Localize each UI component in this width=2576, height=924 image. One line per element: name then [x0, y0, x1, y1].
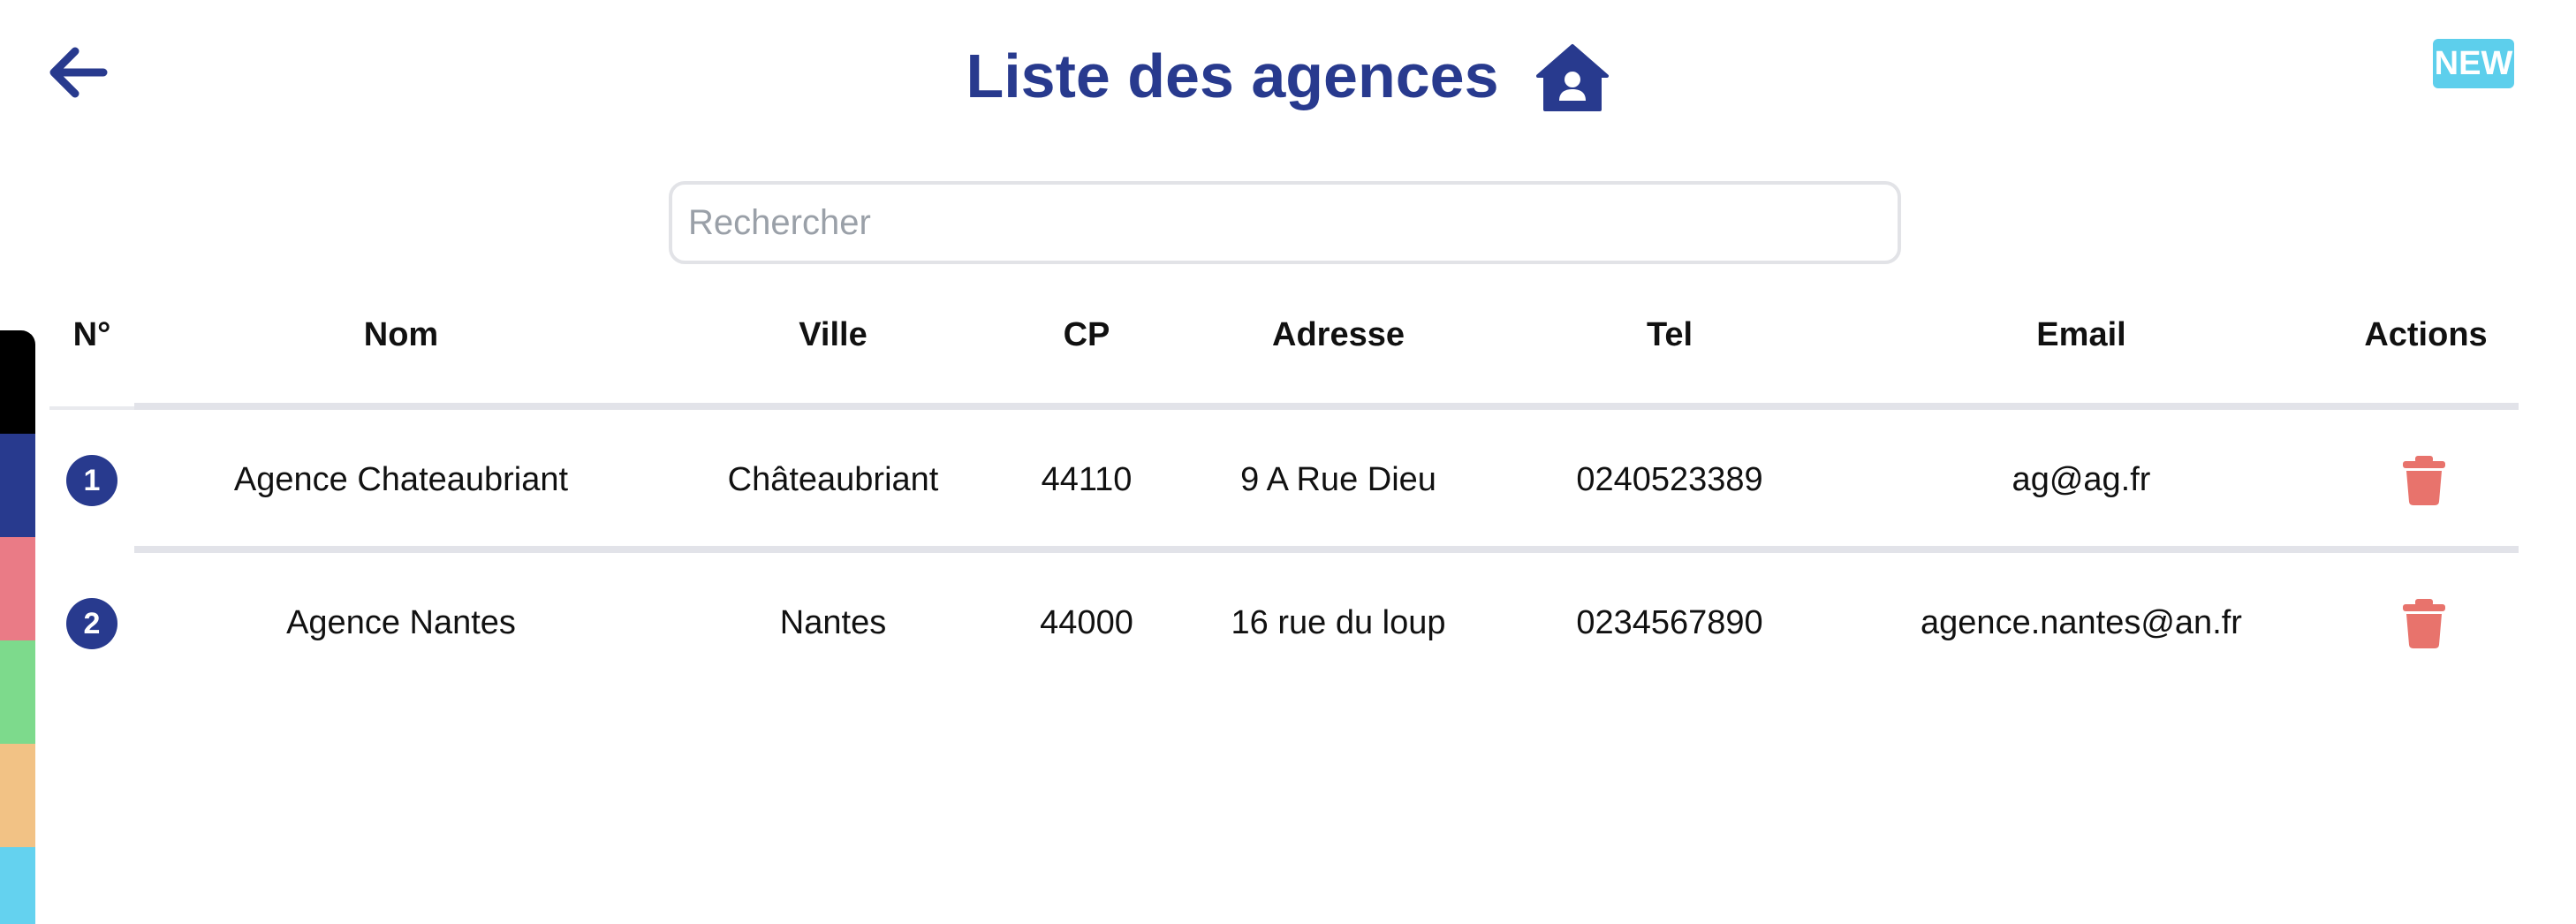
header: Liste des agences — [0, 34, 2576, 118]
column-header-number[interactable]: N° — [73, 316, 111, 354]
trash-icon[interactable] — [2403, 456, 2445, 505]
cell-email: agence.nantes@an.fr — [1921, 604, 2242, 641]
cell-ville: Nantes — [779, 604, 887, 641]
table-divider — [134, 403, 2519, 410]
column-header-ville[interactable]: Ville — [799, 316, 867, 354]
cell-email: ag@ag.fr — [2012, 461, 2151, 498]
column-header-email[interactable]: Email — [2036, 316, 2125, 354]
row-number-badge: 1 — [66, 455, 117, 506]
cell-nom: Agence Nantes — [286, 604, 516, 641]
cell-adresse: 16 rue du loup — [1231, 604, 1446, 641]
page-title: Liste des agences — [966, 42, 1499, 110]
cell-cp: 44110 — [1041, 461, 1133, 498]
table-divider — [134, 546, 2519, 553]
column-header-actions: Actions — [2364, 316, 2488, 353]
color-strip — [0, 330, 35, 924]
new-agency-button[interactable]: NEW — [2433, 39, 2514, 88]
column-header-tel[interactable]: Tel — [1647, 316, 1693, 354]
color-swatch-black[interactable] — [0, 330, 35, 434]
column-header-nom[interactable]: Nom — [364, 316, 438, 354]
cell-nom: Agence Chateaubriant — [233, 461, 569, 498]
table-divider — [49, 406, 134, 410]
column-header-cp[interactable]: CP — [1064, 316, 1110, 354]
color-swatch-pink[interactable] — [0, 537, 35, 640]
search-input[interactable] — [669, 181, 1901, 264]
row-number-badge: 2 — [66, 598, 117, 649]
color-swatch-green[interactable] — [0, 640, 35, 744]
color-swatch-orange[interactable] — [0, 744, 35, 847]
cell-ville: Châteaubriant — [727, 461, 939, 498]
cell-cp: 44000 — [1040, 604, 1133, 641]
column-header-adresse[interactable]: Adresse — [1272, 316, 1405, 354]
cell-tel: 0234567890 — [1576, 604, 1763, 641]
cell-tel: 0240523389 — [1576, 461, 1763, 498]
page: Liste des agences NEW N° Nom Ville CP Ad… — [0, 0, 2576, 924]
trash-icon[interactable] — [2403, 599, 2445, 648]
house-user-icon — [1535, 44, 1609, 111]
color-swatch-blue[interactable] — [0, 434, 35, 537]
color-swatch-cyan[interactable] — [0, 847, 35, 924]
cell-adresse: 9 A Rue Dieu — [1240, 461, 1436, 498]
